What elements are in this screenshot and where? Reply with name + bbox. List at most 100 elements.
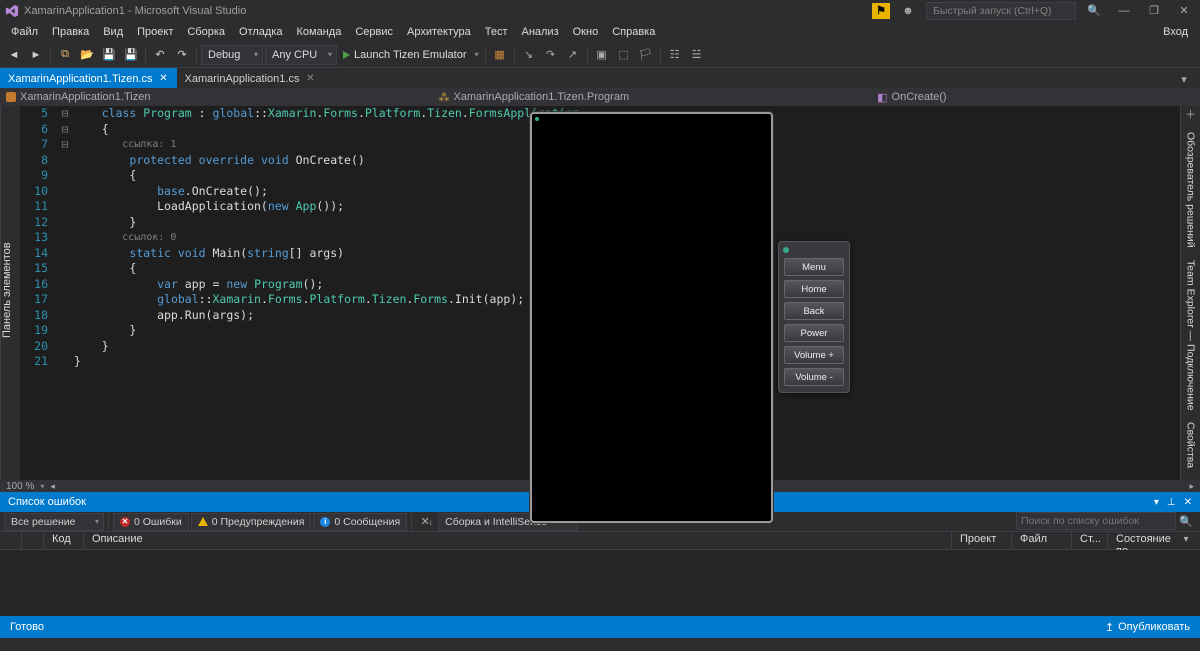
scope-dropdown[interactable]: Все решение bbox=[4, 513, 104, 531]
step-into-icon[interactable]: ↘ bbox=[519, 45, 539, 65]
col-file[interactable]: Файл bbox=[1012, 532, 1072, 549]
menu-tools[interactable]: Сервис bbox=[348, 24, 400, 40]
close-button[interactable]: ✕ bbox=[1172, 2, 1196, 20]
tb-icon-5[interactable]: ☷ bbox=[665, 45, 685, 65]
run-button[interactable]: Launch Tizen Emulator bbox=[339, 49, 481, 61]
clear-icon[interactable]: ✕ᵢ bbox=[416, 512, 436, 532]
menu-build[interactable]: Сборка bbox=[180, 24, 232, 40]
menu-file[interactable]: Файл bbox=[4, 24, 45, 40]
menu-arch[interactable]: Архитектура bbox=[400, 24, 478, 40]
emu-home-button[interactable]: Home bbox=[784, 280, 844, 298]
messages-filter[interactable]: i 0 Сообщения bbox=[313, 513, 407, 531]
emu-power-button[interactable]: Power bbox=[784, 324, 844, 342]
publish-button[interactable]: ↥ Опубликовать bbox=[1105, 621, 1190, 634]
breadcrumb: XamarinApplication1.Tizen ⁂ XamarinAppli… bbox=[0, 88, 1200, 106]
close-tab-icon[interactable]: ✕ bbox=[159, 74, 169, 84]
scroll-left-icon[interactable]: ◂ bbox=[50, 481, 55, 492]
crumb-project[interactable]: XamarinApplication1.Tizen bbox=[6, 91, 150, 103]
nav-back-icon[interactable]: ◄ bbox=[4, 45, 24, 65]
emu-menu-button[interactable]: Menu bbox=[784, 258, 844, 276]
feedback-icon[interactable]: ☻ bbox=[896, 2, 920, 20]
platform-dropdown[interactable]: Any CPU bbox=[265, 45, 337, 65]
zoom-level[interactable]: 100 % bbox=[6, 481, 34, 492]
tab-tizen-cs[interactable]: XamarinApplication1.Tizen.cs ✕ bbox=[0, 68, 177, 88]
csproj-icon bbox=[6, 92, 16, 102]
tab-app-cs[interactable]: XamarinApplication1.cs ✕ bbox=[177, 68, 324, 88]
emulator-screen[interactable] bbox=[530, 112, 773, 523]
step-out-icon[interactable]: ↗ bbox=[563, 45, 583, 65]
fold-icon[interactable]: ⊟ bbox=[56, 137, 74, 153]
errorlist-body bbox=[0, 550, 1200, 616]
document-tabs: XamarinApplication1.Tizen.cs ✕ XamarinAp… bbox=[0, 68, 1200, 88]
info-icon: i bbox=[320, 517, 330, 527]
tb-icon-4[interactable]: 🏳 bbox=[636, 45, 656, 65]
fold-icon[interactable]: ⊟ bbox=[56, 122, 74, 138]
class-icon: ⁂ bbox=[438, 91, 449, 104]
properties-tab[interactable]: Свойства bbox=[1183, 416, 1199, 474]
solution-explorer-tab[interactable]: Обозреватель решений bbox=[1183, 126, 1199, 254]
tb-icon-1[interactable]: ▦ bbox=[490, 45, 510, 65]
panel-close-icon[interactable]: ✕ bbox=[1184, 497, 1192, 508]
errors-filter[interactable]: ✕ 0 Ошибки bbox=[113, 513, 189, 531]
filter-icon[interactable] bbox=[1183, 533, 1192, 543]
scroll-right-icon[interactable]: ▸ bbox=[1189, 481, 1194, 492]
search-icon[interactable]: 🔍 bbox=[1176, 512, 1196, 532]
menu-edit[interactable]: Правка bbox=[45, 24, 96, 40]
tb-icon-3[interactable]: ⬚ bbox=[614, 45, 634, 65]
minimize-button[interactable]: — bbox=[1112, 2, 1136, 20]
crumb-member[interactable]: ◧ OnCreate() bbox=[877, 91, 946, 104]
config-dropdown[interactable]: Debug bbox=[201, 45, 263, 65]
menu-view[interactable]: Вид bbox=[96, 24, 130, 40]
menu-analyze[interactable]: Анализ bbox=[514, 24, 565, 40]
panel-menu-icon[interactable]: ▾ bbox=[1154, 497, 1159, 508]
col-code[interactable]: Код bbox=[44, 532, 84, 549]
nav-fwd-icon[interactable]: ► bbox=[26, 45, 46, 65]
quick-launch-input[interactable]: Быстрый запуск (Ctrl+Q) bbox=[926, 2, 1076, 20]
emulator-drag-handle[interactable] bbox=[779, 246, 849, 254]
notifications-icon[interactable]: ⚑ bbox=[872, 3, 890, 19]
open-file-icon[interactable]: 📂 bbox=[77, 45, 97, 65]
save-icon[interactable]: 💾 bbox=[99, 45, 119, 65]
close-tab-icon[interactable]: ✕ bbox=[305, 74, 315, 84]
emu-voldn-button[interactable]: Volume - bbox=[784, 368, 844, 386]
menu-window[interactable]: Окно bbox=[566, 24, 606, 40]
emu-volup-button[interactable]: Volume + bbox=[784, 346, 844, 364]
menu-test[interactable]: Тест bbox=[478, 24, 515, 40]
menu-team[interactable]: Команда bbox=[290, 24, 349, 40]
tabs-overflow-icon[interactable]: ▾ bbox=[1172, 70, 1196, 88]
col-cat[interactable] bbox=[22, 532, 44, 549]
right-toolwell: ＋ Обозреватель решений Team Explorer — П… bbox=[1180, 106, 1200, 480]
toolbox-tab[interactable]: Панель элементов bbox=[0, 106, 20, 480]
search-icon[interactable]: 🔍 bbox=[1082, 2, 1106, 20]
statusbar: Готово ↥ Опубликовать bbox=[0, 616, 1200, 638]
titlebar: XamarinApplication1 - Microsoft Visual S… bbox=[0, 0, 1200, 21]
col-proj[interactable]: Проект bbox=[952, 532, 1012, 549]
emu-back-button[interactable]: Back bbox=[784, 302, 844, 320]
add-tool-icon[interactable]: ＋ bbox=[1185, 106, 1196, 126]
tb-icon-2[interactable]: ▣ bbox=[592, 45, 612, 65]
crumb-class[interactable]: ⁂ XamarinApplication1.Tizen.Program bbox=[438, 91, 629, 104]
step-over-icon[interactable]: ↷ bbox=[541, 45, 561, 65]
undo-icon[interactable]: ↶ bbox=[150, 45, 170, 65]
warnings-filter[interactable]: 0 Предупреждения bbox=[191, 513, 312, 531]
new-project-icon[interactable]: ⧉ bbox=[55, 45, 75, 65]
tb-icon-6[interactable]: ☱ bbox=[687, 45, 707, 65]
menu-help[interactable]: Справка bbox=[605, 24, 662, 40]
team-explorer-tab[interactable]: Team Explorer — Подключение bbox=[1183, 254, 1199, 417]
errorlist-search-input[interactable] bbox=[1016, 512, 1176, 530]
maximize-button[interactable]: ❐ bbox=[1142, 2, 1166, 20]
emulator-control-panel: Menu Home Back Power Volume + Volume - bbox=[778, 241, 850, 393]
menu-project[interactable]: Проект bbox=[130, 24, 180, 40]
col-line[interactable]: Ст... bbox=[1072, 532, 1108, 549]
panel-pin-icon[interactable]: ⊥ bbox=[1167, 497, 1176, 508]
col-state[interactable]: Состояние по... bbox=[1108, 532, 1200, 549]
fold-icon[interactable]: ⊟ bbox=[56, 106, 74, 122]
col-icon[interactable] bbox=[0, 532, 22, 549]
col-desc[interactable]: Описание bbox=[84, 532, 952, 549]
errorlist-title: Список ошибок bbox=[8, 496, 86, 508]
save-all-icon[interactable]: 💾 bbox=[121, 45, 141, 65]
warning-icon bbox=[198, 517, 208, 526]
signin-link[interactable]: Вход bbox=[1155, 26, 1196, 38]
redo-icon[interactable]: ↷ bbox=[172, 45, 192, 65]
menu-debug[interactable]: Отладка bbox=[232, 24, 289, 40]
